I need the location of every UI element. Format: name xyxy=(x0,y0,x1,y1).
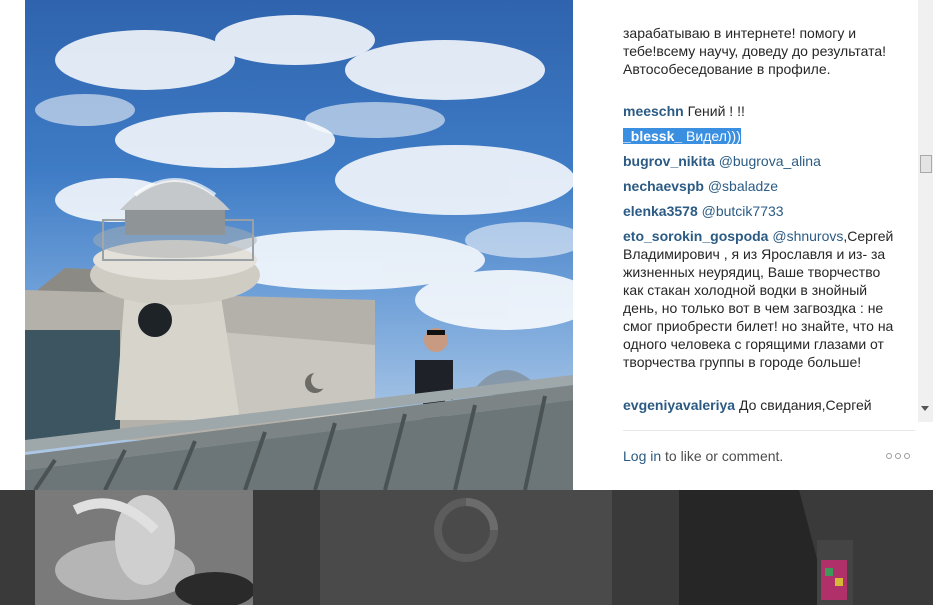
comment-username[interactable]: _blessk_ xyxy=(623,128,682,144)
comment-text: До свидания,Сергей xyxy=(735,397,872,413)
comment-item: _blessk_ Видел))) xyxy=(623,127,908,145)
comment-mention[interactable]: @butcik7733 xyxy=(702,203,784,219)
comment-item: eto_sorokin_gospoda @shnurovs,Сергей Вла… xyxy=(623,227,898,371)
comment-text: Гений ! !! xyxy=(683,103,745,119)
login-link[interactable]: Log in xyxy=(623,448,661,464)
scrollbar-thumb[interactable] xyxy=(920,155,932,173)
comment-item: bugrov_nikita @bugrova_alina xyxy=(623,152,908,170)
comment-username[interactable]: evgeniyavaleriya xyxy=(623,397,735,413)
comment-mention[interactable]: @sbaladze xyxy=(708,178,778,194)
comment-username[interactable]: meeschn xyxy=(623,103,684,119)
comment-item: nechaevspb @sbaladze xyxy=(623,177,908,195)
post-footer: Log in to like or comment. xyxy=(623,448,915,468)
comments-panel: зарабатываю в интернете! помогу и тебе!в… xyxy=(623,0,915,430)
comment-username[interactable]: nechaevspb xyxy=(623,178,704,194)
comment-item: meeschn Гений ! !! xyxy=(623,102,908,120)
comment-item: elenka3578 @butcik7733 xyxy=(623,202,908,220)
comment-username[interactable]: eto_sorokin_gospoda xyxy=(623,228,768,244)
comment-item: evgeniyavaleriya До свидания,Сергей xyxy=(623,396,908,414)
loading-spinner-icon xyxy=(465,498,498,531)
scroll-down-arrow-icon[interactable] xyxy=(921,406,929,411)
grid-thumbnail[interactable] xyxy=(35,490,253,605)
comment-mention[interactable]: @shnurovs xyxy=(772,228,843,244)
footer-text: to like or comment. xyxy=(661,448,784,464)
grid-thumbnail-loading[interactable] xyxy=(320,490,612,605)
comment-username[interactable]: elenka3578 xyxy=(623,203,698,219)
comment-username[interactable]: bugrov_nikita xyxy=(623,153,715,169)
comment-text: Видел))) xyxy=(682,128,741,144)
post-caption: зарабатываю в интернете! помогу и тебе!в… xyxy=(623,25,887,77)
post-modal: зарабатываю в интернете! помогу и тебе!в… xyxy=(0,0,933,490)
comment-text: ,Сергей Владимирович , я из Ярославля и … xyxy=(623,228,894,370)
comments-scrollbar[interactable] xyxy=(918,0,933,422)
post-photo[interactable] xyxy=(25,0,573,490)
likes-header xyxy=(623,0,915,4)
grid-thumbnail[interactable] xyxy=(679,490,897,605)
divider xyxy=(623,430,915,431)
more-options-icon[interactable] xyxy=(886,451,914,463)
comment-mention[interactable]: @bugrova_alina xyxy=(719,153,821,169)
